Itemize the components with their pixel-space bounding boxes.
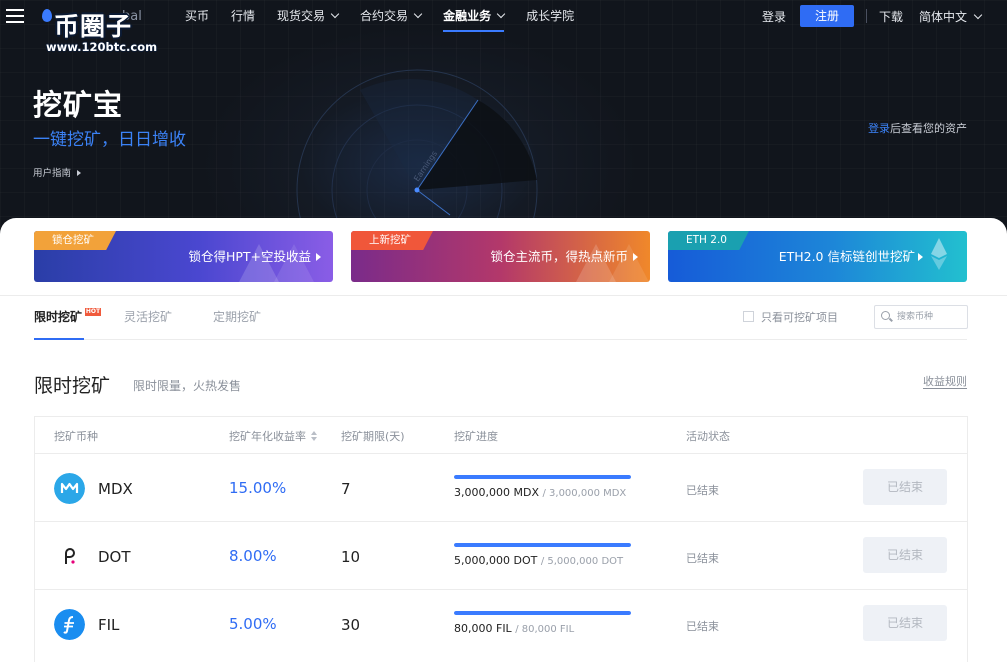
apy-value: 15.00% [229,479,287,497]
nav-item-finance[interactable]: 金融业务 [443,0,506,32]
top-nav: bal 币圈子 www.120btc.com 买币 行情 现货交易 合约交易 金… [0,0,1007,54]
banner-new-mining[interactable]: 上新挖矿 锁仓主流币，得热点新币 [351,231,650,282]
coin-name: FIL [98,616,120,634]
caret-right-icon [316,253,321,261]
page-title: 挖矿宝 [33,88,124,122]
tabs-top-divider [0,295,1007,296]
active-tab-indicator [34,338,84,340]
login-tip-link[interactable]: 登录 [868,122,890,135]
mining-table: 挖矿币种 挖矿年化收益率 挖矿期限(天) 挖矿进度 活动状态 MDX 15.00… [34,416,968,662]
caret-right-icon [77,170,82,176]
logo[interactable]: bal 币圈子 www.120btc.com [38,4,158,54]
dot-icon [54,541,85,572]
radar-graphic: Earnings [296,69,538,235]
nav-item-spot[interactable]: 现货交易 [277,0,340,32]
logo-drop-icon [42,9,52,22]
period-value: 30 [341,616,361,634]
register-button[interactable]: 注册 [799,5,854,27]
banner-eth2-mining[interactable]: ETH 2.0 ETH2.0 信标链创世挖矿 [668,231,967,282]
mineable-only-filter[interactable]: 只看可挖矿项目 [743,309,838,325]
banner-text: 锁仓得HPT+空投收益 [188,249,311,264]
ended-button[interactable]: 已结束 [863,605,947,641]
table-row: DOT 8.00% 10 5,000,000 DOT / 5,000,000 D… [35,521,967,590]
nav-item-academy[interactable]: 成长学院 [526,0,574,32]
progress-text: 3,000,000 MDX / 3,000,000 MDX [454,486,627,499]
period-value: 10 [341,548,361,566]
tab-fixed-mining[interactable]: 定期挖矿 [213,308,261,325]
header-period: 挖矿期限(天) [341,430,405,443]
banner-text: 锁仓主流币，得热点新币 [490,249,628,264]
status-text: 已结束 [686,620,719,633]
search-input[interactable] [897,306,963,328]
period-value: 7 [341,480,351,498]
hero-section: Earnings bal 币圈子 www.120btc.com 买币 行情 现货… [0,0,1007,235]
progress-text: 5,000,000 DOT / 5,000,000 DOT [454,554,624,567]
banner-text: ETH2.0 信标链创世挖矿 [778,249,915,264]
watermark-url: www.120btc.com [46,40,158,54]
tab-flexible-mining[interactable]: 灵活挖矿 [124,308,172,325]
nav-divider [865,9,867,23]
ended-button[interactable]: 已结束 [863,537,947,573]
section-title: 限时挖矿 [34,375,111,397]
progress-bar [454,475,631,479]
table-row: MDX 15.00% 7 3,000,000 MDX / 3,000,000 M… [35,453,967,522]
progress-bar-fill [454,475,631,479]
page-subtitle: 一键挖矿，日日增收 [33,130,186,150]
search-icon [881,311,890,320]
nav-right: 登录 注册 下载 简体中文 [762,0,983,32]
progress-bar-fill [454,611,631,615]
nav-item-buy[interactable]: 买币 [185,0,209,32]
nav-item-market[interactable]: 行情 [231,0,255,32]
chevron-down-icon [330,9,340,19]
apy-value: 5.00% [229,615,277,633]
menu-icon[interactable] [6,9,24,23]
watermark-logo-text: 币圈子 [54,12,133,41]
hot-badge: HOT [85,308,101,316]
caret-right-icon [633,253,638,261]
user-guide-link[interactable]: 用户指南 [33,165,82,179]
status-text: 已结束 [686,552,719,565]
earning-rules-link[interactable]: 收益规则 [923,375,967,389]
banner-tag: ETH 2.0 [668,231,749,250]
checkbox[interactable] [743,311,754,322]
fil-icon [54,609,85,640]
sort-icon[interactable] [311,431,317,441]
nav-links: 买币 行情 现货交易 合约交易 金融业务 成长学院 [185,0,596,32]
header-coin: 挖矿币种 [54,430,98,443]
progress-bar [454,611,631,615]
main-content: 锁仓挖矿 锁仓得HPT+空投收益 上新挖矿 锁仓主流币，得热点新币 ETH 2.… [0,218,1007,662]
header-status: 活动状态 [686,430,730,443]
chevron-down-icon [496,9,506,19]
language-selector[interactable]: 简体中文 [919,8,983,25]
login-tip: 登录后查看您的资产 [868,122,967,135]
download-link[interactable]: 下载 [879,8,903,25]
nav-item-contract[interactable]: 合约交易 [360,0,423,32]
tab-limited-mining[interactable]: 限时挖矿 [34,308,82,325]
mdx-icon [54,473,85,504]
ended-button[interactable]: 已结束 [863,469,947,505]
section-subtitle: 限时限量，火热发售 [133,379,242,393]
banner-tag: 锁仓挖矿 [34,231,116,250]
coin-name: MDX [98,480,133,498]
status-text: 已结束 [686,484,719,497]
coin-name: DOT [98,548,131,566]
progress-text: 80,000 FIL / 80,000 FIL [454,622,575,635]
table-row: FIL 5.00% 30 80,000 FIL / 80,000 FIL 已结束… [35,589,967,658]
apy-value: 8.00% [229,547,277,565]
tabs-bottom-divider [34,339,967,340]
header-progress: 挖矿进度 [454,430,498,443]
chevron-down-icon [973,10,983,19]
ethereum-icon [931,238,947,270]
caret-right-icon [918,253,923,261]
progress-bar-fill [454,543,631,547]
progress-bar [454,543,631,547]
search-box [874,305,968,329]
chevron-down-icon [413,9,423,19]
banner-lock-mining[interactable]: 锁仓挖矿 锁仓得HPT+空投收益 [34,231,333,282]
login-link[interactable]: 登录 [762,8,786,25]
header-apy[interactable]: 挖矿年化收益率 [229,428,317,444]
banner-tag: 上新挖矿 [351,231,433,250]
